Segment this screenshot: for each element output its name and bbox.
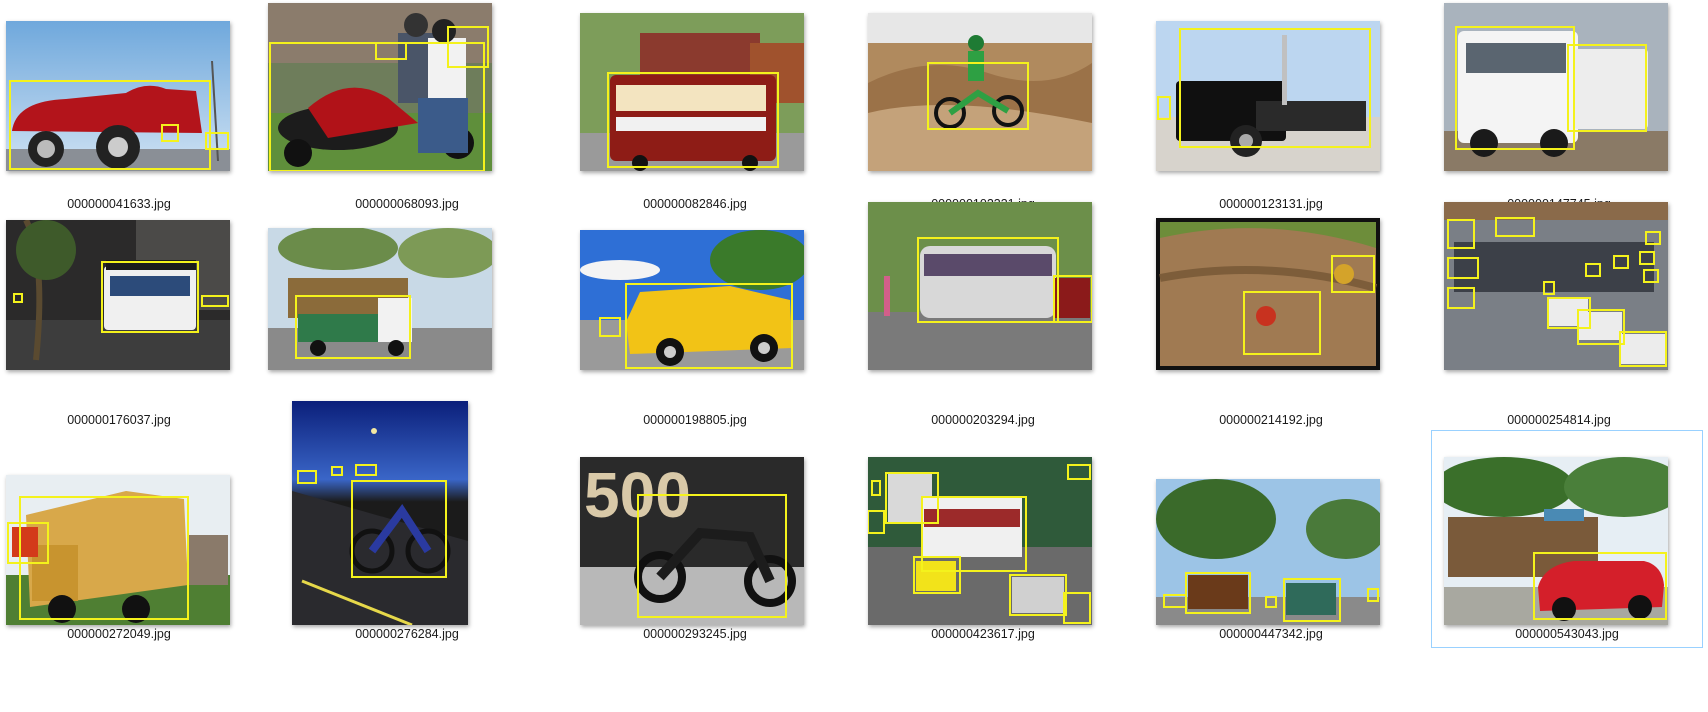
file-tile[interactable]: 000000272049.jpg: [0, 430, 262, 648]
file-name-label: 000000276284.jpg: [355, 627, 459, 641]
image-thumbnail[interactable]: [580, 13, 804, 171]
file-tile[interactable]: 000000203294.jpg: [840, 202, 1126, 434]
file-name-label: 000000293245.jpg: [643, 627, 747, 641]
file-name-label: 000000041633.jpg: [67, 197, 171, 211]
image-thumbnail[interactable]: [268, 228, 492, 370]
file-tile[interactable]: 000000041633.jpg: [0, 0, 262, 218]
file-name-label: 000000068093.jpg: [355, 197, 459, 211]
file-tile[interactable]: 000000176037.jpg: [0, 216, 262, 434]
file-tile[interactable]: 000000447342.jpg: [1128, 430, 1414, 648]
file-tile[interactable]: 000000102331.jpg: [840, 0, 1126, 218]
file-name-label: 000000272049.jpg: [67, 627, 171, 641]
file-tile[interactable]: 000000082846.jpg: [552, 0, 838, 218]
file-name-label: 000000176037.jpg: [67, 413, 171, 427]
image-thumbnail[interactable]: [1444, 3, 1668, 171]
file-tile[interactable]: 000000123131.jpg: [1128, 0, 1414, 218]
file-name-label: 000000123131.jpg: [1219, 197, 1323, 211]
image-thumbnail[interactable]: [1156, 479, 1380, 625]
image-thumbnail[interactable]: [1156, 218, 1380, 370]
image-thumbnail[interactable]: [868, 13, 1092, 171]
file-name-label: 000000447342.jpg: [1219, 627, 1323, 641]
file-name-label: 000000214192.jpg: [1219, 413, 1323, 427]
image-thumbnail[interactable]: 500: [580, 457, 804, 625]
file-tile[interactable]: 000000147745.jpg: [1416, 0, 1702, 218]
image-thumbnail[interactable]: [868, 202, 1092, 370]
file-name-label: 000000254814.jpg: [1507, 413, 1611, 427]
file-tile[interactable]: 000000276284.jpg: [264, 401, 550, 648]
file-tile[interactable]: 500 000000293245.jpg: [552, 430, 838, 648]
image-thumbnail[interactable]: [1444, 202, 1668, 370]
image-thumbnail[interactable]: [6, 21, 230, 171]
image-thumbnail[interactable]: [6, 220, 230, 370]
image-thumbnail[interactable]: [6, 475, 230, 625]
file-tile[interactable]: 000000254814.jpg: [1416, 202, 1702, 434]
image-thumbnail[interactable]: [292, 401, 468, 625]
image-thumbnail[interactable]: [1444, 457, 1668, 625]
file-name-label: 000000543043.jpg: [1515, 627, 1619, 641]
file-grid: 000000041633.jpg 000000068093.jpg 000000…: [0, 0, 1708, 712]
file-name-label: 000000423617.jpg: [931, 627, 1035, 641]
file-tile-selected[interactable]: 000000543043.jpg: [1431, 430, 1703, 648]
image-thumbnail[interactable]: [1156, 21, 1380, 171]
file-tile[interactable]: 000000423617.jpg: [840, 430, 1126, 648]
image-thumbnail[interactable]: [268, 3, 492, 171]
image-thumbnail[interactable]: [580, 230, 804, 370]
file-tile[interactable]: 000000068093.jpg: [264, 0, 550, 218]
file-name-label: 000000198805.jpg: [643, 413, 747, 427]
file-tile[interactable]: 000000214192.jpg: [1128, 216, 1414, 434]
file-name-label: 000000082846.jpg: [643, 197, 747, 211]
file-name-label: 000000203294.jpg: [931, 413, 1035, 427]
file-tile[interactable]: 000000198805.jpg: [552, 216, 838, 434]
image-thumbnail[interactable]: [868, 457, 1092, 625]
